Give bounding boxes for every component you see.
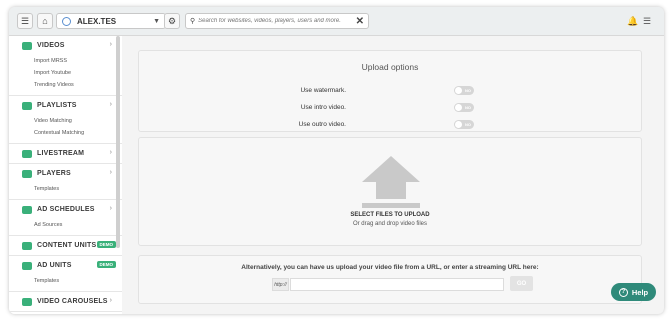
- box-icon: [22, 261, 32, 270]
- search-bar: ⚲ ✕: [185, 13, 369, 29]
- sidebar-subitem[interactable]: Video Matching: [9, 115, 122, 127]
- help-label: Help: [631, 287, 649, 297]
- chevron-right-icon: ›: [109, 169, 112, 176]
- sidebar-item-ad-schedules[interactable]: AD SCHEDULES ›: [9, 200, 122, 219]
- sidebar-item-videos[interactable]: VIDEOS ›: [9, 36, 122, 55]
- video-icon: [22, 41, 32, 50]
- demo-badge: DEMO: [96, 241, 116, 248]
- caret-down-icon: ▼: [153, 17, 160, 25]
- globe-icon: [62, 16, 71, 26]
- list-icon: [22, 101, 32, 110]
- settings-button[interactable]: ⚙: [164, 13, 180, 29]
- outro-option: Use outro video. NO: [139, 119, 641, 131]
- sidebar-item-players[interactable]: PLAYERS ›: [9, 164, 122, 183]
- sidebar-section-playlists: PLAYLISTS › Video Matching Contextual Match…: [9, 96, 122, 144]
- chevron-right-icon: ›: [109, 101, 112, 108]
- upload-options-panel: Upload options Use watermark. NO Use int…: [138, 50, 642, 132]
- sidebar-item-playlists[interactable]: PLAYLISTS ›: [9, 96, 122, 115]
- sidebar-section-video-carousels: VIDEO CAROUSELS ›: [9, 292, 122, 312]
- search-icon: ⚲: [190, 18, 196, 25]
- sidebar-section-analytics: ANALYTICS›: [9, 312, 122, 314]
- sidebar-section-ad-units: AD UNITS DEMO Templates: [9, 256, 122, 292]
- sidebar-subitem[interactable]: Templates: [9, 183, 122, 195]
- watermark-label: Use watermark.: [300, 87, 346, 94]
- outro-label: Use outro video.: [298, 121, 346, 128]
- outro-toggle[interactable]: NO: [454, 120, 474, 129]
- chevron-right-icon: ›: [109, 297, 112, 304]
- sidebar-scrollbar[interactable]: [116, 36, 120, 248]
- ad-icon: [22, 205, 32, 214]
- sidebar-item-content-units[interactable]: CONTENT UNITS DEMO: [9, 236, 122, 255]
- play-icon: [22, 169, 32, 178]
- sidebar-section-videos: VIDEOS › Import MRSS Import Youtube Trending…: [9, 36, 122, 96]
- file-drop-zone[interactable]: SELECT FILES TO UPLOAD Or drag and drop …: [138, 137, 642, 246]
- sidebar-item-label: VIDEO CAROUSELS: [37, 298, 108, 305]
- sidebar-item-label: CONTENT UNITS: [37, 242, 97, 249]
- sidebar-section-content-units: CONTENT UNITS DEMO: [9, 236, 122, 256]
- help-button[interactable]: ? Help: [611, 283, 656, 301]
- home-icon: ⌂: [42, 16, 48, 26]
- watermark-toggle[interactable]: NO: [454, 86, 474, 95]
- gear-icon: [22, 241, 32, 250]
- sidebar-subitem[interactable]: Trending Videos: [9, 79, 122, 91]
- sidebar-subitem[interactable]: Import Youtube: [9, 67, 122, 79]
- chevron-right-icon: ›: [109, 41, 112, 48]
- menu-button[interactable]: ☰: [17, 13, 33, 29]
- drag-drop-hint: Or drag and drop video files: [352, 221, 428, 227]
- url-input[interactable]: [290, 278, 504, 291]
- sidebar-subitem[interactable]: Import MRSS: [9, 55, 122, 67]
- intro-option: Use intro video. NO: [139, 102, 641, 114]
- search-input[interactable]: [198, 18, 356, 24]
- watermark-option: Use watermark. NO: [139, 85, 641, 97]
- upload-arrow-icon: [362, 156, 420, 208]
- sidebar-item-label: VIDEOS: [37, 42, 65, 49]
- carousel-icon: [22, 297, 32, 306]
- home-button[interactable]: ⌂: [37, 13, 53, 29]
- main-content: Upload options Use watermark. NO Use int…: [133, 40, 657, 314]
- sidebar-item-label: AD SCHEDULES: [37, 206, 95, 213]
- sidebar: VIDEOS › Import MRSS Import Youtube Trending…: [9, 36, 122, 314]
- url-prefix: http://: [272, 278, 289, 291]
- site-selector[interactable]: ALEX.TES ▼: [56, 13, 166, 29]
- sidebar-section-players: PLAYERS › Templates: [9, 164, 122, 200]
- sidebar-item-livestream[interactable]: LIVESTREAM ›: [9, 144, 122, 163]
- go-button[interactable]: GO: [510, 276, 533, 291]
- intro-toggle[interactable]: NO: [454, 103, 474, 112]
- top-bar: ☰ ⌂ ALEX.TES ▼ ⚙ ⚲ ✕ 🔔 ☰: [9, 7, 664, 36]
- sidebar-item-label: PLAYLISTS: [37, 102, 77, 109]
- question-icon: ?: [618, 287, 628, 297]
- sidebar-section-ad-schedules: AD SCHEDULES › Ad Sources: [9, 200, 122, 236]
- camera-icon: [22, 149, 32, 158]
- intro-label: Use intro video.: [300, 104, 346, 111]
- sidebar-subitem[interactable]: Templates: [9, 275, 122, 287]
- clear-search-icon[interactable]: ✕: [356, 16, 364, 27]
- site-name: ALEX.TES: [77, 16, 117, 26]
- more-menu-icon[interactable]: ☰: [643, 16, 651, 27]
- sidebar-subitem[interactable]: Ad Sources: [9, 219, 122, 231]
- select-files-label[interactable]: SELECT FILES TO UPLOAD: [139, 212, 641, 218]
- hamburger-icon: ☰: [20, 15, 30, 26]
- sidebar-item-label: PLAYERS: [37, 170, 71, 177]
- chevron-right-icon: ›: [109, 205, 112, 212]
- sidebar-item-video-carousels[interactable]: VIDEO CAROUSELS ›: [9, 292, 122, 311]
- sidebar-item-ad-units[interactable]: AD UNITS DEMO: [9, 256, 122, 275]
- sidebar-item-analytics[interactable]: ANALYTICS›: [9, 312, 122, 314]
- sidebar-item-label: AD UNITS: [37, 262, 72, 269]
- upload-options-title: Upload options: [361, 62, 419, 72]
- url-upload-panel: Alternatively, you can have us upload yo…: [138, 255, 642, 304]
- sidebar-section-livestream: LIVESTREAM ›: [9, 144, 122, 164]
- demo-badge: DEMO: [96, 261, 116, 268]
- sidebar-item-label: LIVESTREAM: [37, 150, 85, 157]
- gear-icon: ⚙: [167, 15, 177, 26]
- app-window: ☰ ⌂ ALEX.TES ▼ ⚙ ⚲ ✕ 🔔 ☰ VIDEOS › Import M…: [9, 7, 664, 314]
- url-upload-instructions: Alternatively, you can have us upload yo…: [241, 264, 539, 271]
- bell-icon[interactable]: 🔔: [627, 16, 638, 27]
- sidebar-subitem[interactable]: Contextual Matching: [9, 127, 122, 139]
- chevron-right-icon: ›: [109, 149, 112, 156]
